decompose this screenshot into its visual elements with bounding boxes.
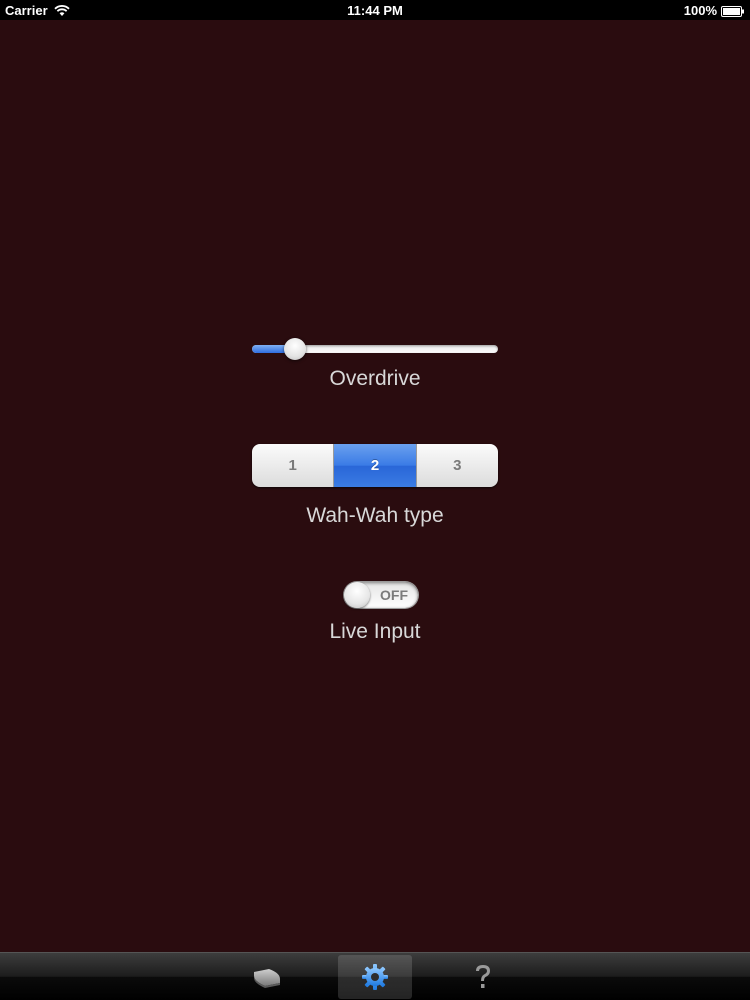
slider-thumb[interactable] xyxy=(284,338,306,360)
gear-icon xyxy=(361,963,389,991)
overdrive-slider[interactable] xyxy=(252,336,498,362)
status-time: 11:44 PM xyxy=(347,3,403,18)
tab-help[interactable] xyxy=(446,955,520,999)
switch-state-text: OFF xyxy=(380,587,408,603)
status-bar: Carrier 11:44 PM 100% xyxy=(0,0,750,20)
switch-knob[interactable] xyxy=(344,582,370,608)
wahwah-label: Wah-Wah type xyxy=(306,504,444,527)
battery-percent: 100% xyxy=(683,3,717,18)
battery-icon xyxy=(721,5,745,17)
segment-1[interactable]: 1 xyxy=(252,444,335,487)
pedal-icon xyxy=(251,966,283,988)
overdrive-label: Overdrive xyxy=(329,367,421,390)
tab-bar xyxy=(0,952,750,1000)
wahwah-segmented-control[interactable]: 1 2 3 xyxy=(252,444,498,487)
tab-settings[interactable] xyxy=(338,955,412,999)
screen: Carrier 11:44 PM 100% Overdrive 1 2 3 Wa… xyxy=(0,0,750,1000)
tab-pedal[interactable] xyxy=(230,955,304,999)
live-input-switch[interactable]: OFF xyxy=(344,582,418,608)
segment-3[interactable]: 3 xyxy=(416,444,498,487)
segment-2[interactable]: 2 xyxy=(334,444,417,487)
question-icon xyxy=(472,963,494,991)
battery-indicator: 100% xyxy=(684,3,745,18)
live-input-label: Live Input xyxy=(329,620,421,643)
